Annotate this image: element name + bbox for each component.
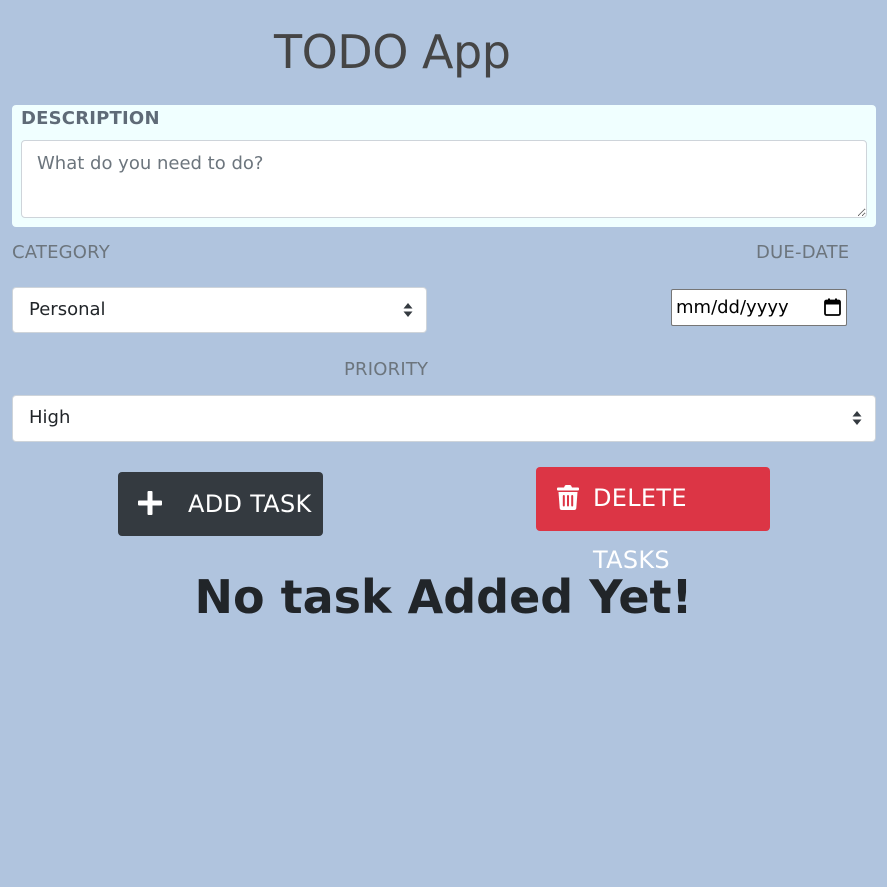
priority-select[interactable]: High: [12, 395, 876, 442]
delete-tasks-button[interactable]: DELETE TASKS: [536, 467, 770, 574]
trash-icon: [557, 485, 579, 510]
category-selected-value: Personal: [29, 299, 106, 320]
add-task-label: ADD TASK: [188, 490, 312, 518]
description-label: DESCRIPTION: [21, 108, 160, 129]
calendar-icon[interactable]: [824, 298, 841, 316]
add-task-button[interactable]: ADD TASK: [118, 472, 323, 536]
category-label: CATEGORY: [12, 242, 110, 263]
due-date-label: DUE-DATE: [756, 242, 850, 263]
priority-selected-value: High: [29, 407, 71, 428]
description-input[interactable]: [21, 140, 867, 218]
due-date-input[interactable]: mm/dd/yyyy: [671, 289, 847, 326]
empty-tasks-message: No task Added Yet!: [194, 570, 693, 624]
priority-label: PRIORITY: [344, 359, 429, 380]
due-date-value: mm/dd/yyyy: [676, 297, 789, 318]
select-arrows-icon: [403, 303, 413, 317]
plus-icon: [138, 491, 162, 515]
select-arrows-icon: [852, 411, 862, 425]
category-select[interactable]: Personal: [12, 287, 427, 333]
app-title: TODO App: [274, 25, 511, 79]
description-card: DESCRIPTION: [12, 105, 876, 227]
